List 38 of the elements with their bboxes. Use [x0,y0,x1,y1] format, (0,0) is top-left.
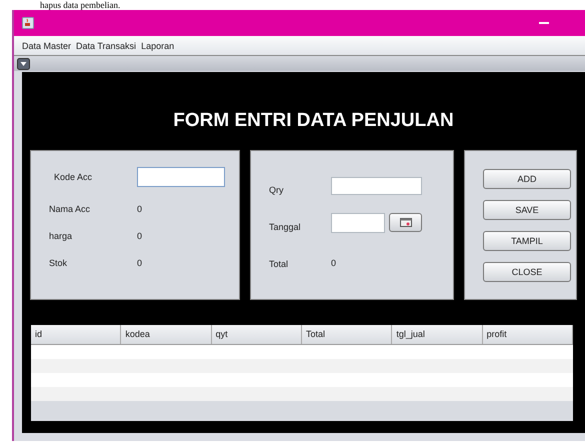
action-button[interactable]: TAMPIL [483,231,571,251]
field-label: Kode Acc [53,172,94,182]
dropdown-icon[interactable] [17,58,30,70]
column-header[interactable]: id [31,325,122,344]
field-value: 0 [137,258,142,268]
input-field[interactable] [137,167,225,187]
table-row[interactable] [31,345,573,359]
document-text: hapus data pembelian. [40,0,122,10]
table-row[interactable] [31,373,573,387]
column-header[interactable]: kodea [121,325,212,344]
calendar-icon [400,218,412,227]
date-field[interactable] [331,212,385,232]
field-label: Qry [269,184,284,194]
java-cup-icon [22,17,34,29]
action-button[interactable]: ADD [483,169,571,189]
minimize-icon[interactable] [539,22,549,24]
field-label: Total [269,258,290,268]
calendar-button[interactable] [389,213,422,232]
field-value: 0 [331,256,336,268]
column-header[interactable]: profit [482,325,573,344]
menu-item[interactable]: Data Master [22,40,72,50]
column-header[interactable]: qyt [212,325,302,344]
field-value: 0 [137,230,142,240]
field-label: Stok [49,258,68,268]
action-button[interactable]: SAVE [483,200,571,220]
menu-item[interactable]: Data Transaksi [76,40,136,50]
column-header[interactable]: tgl_jual [392,325,483,344]
form-title: FORM ENTRI DATA PENJULAN [172,110,455,133]
input-field[interactable] [331,176,422,194]
column-header[interactable]: Total [302,325,392,344]
menu-item[interactable]: Laporan [141,40,174,50]
field-label: Tanggal [269,220,302,232]
field-label: harga [49,230,74,240]
action-button[interactable]: CLOSE [483,262,571,282]
field-value: 0 [137,204,142,214]
table-row[interactable] [31,387,573,401]
field-label: Nama Acc [49,204,92,214]
table-row[interactable] [31,359,573,373]
